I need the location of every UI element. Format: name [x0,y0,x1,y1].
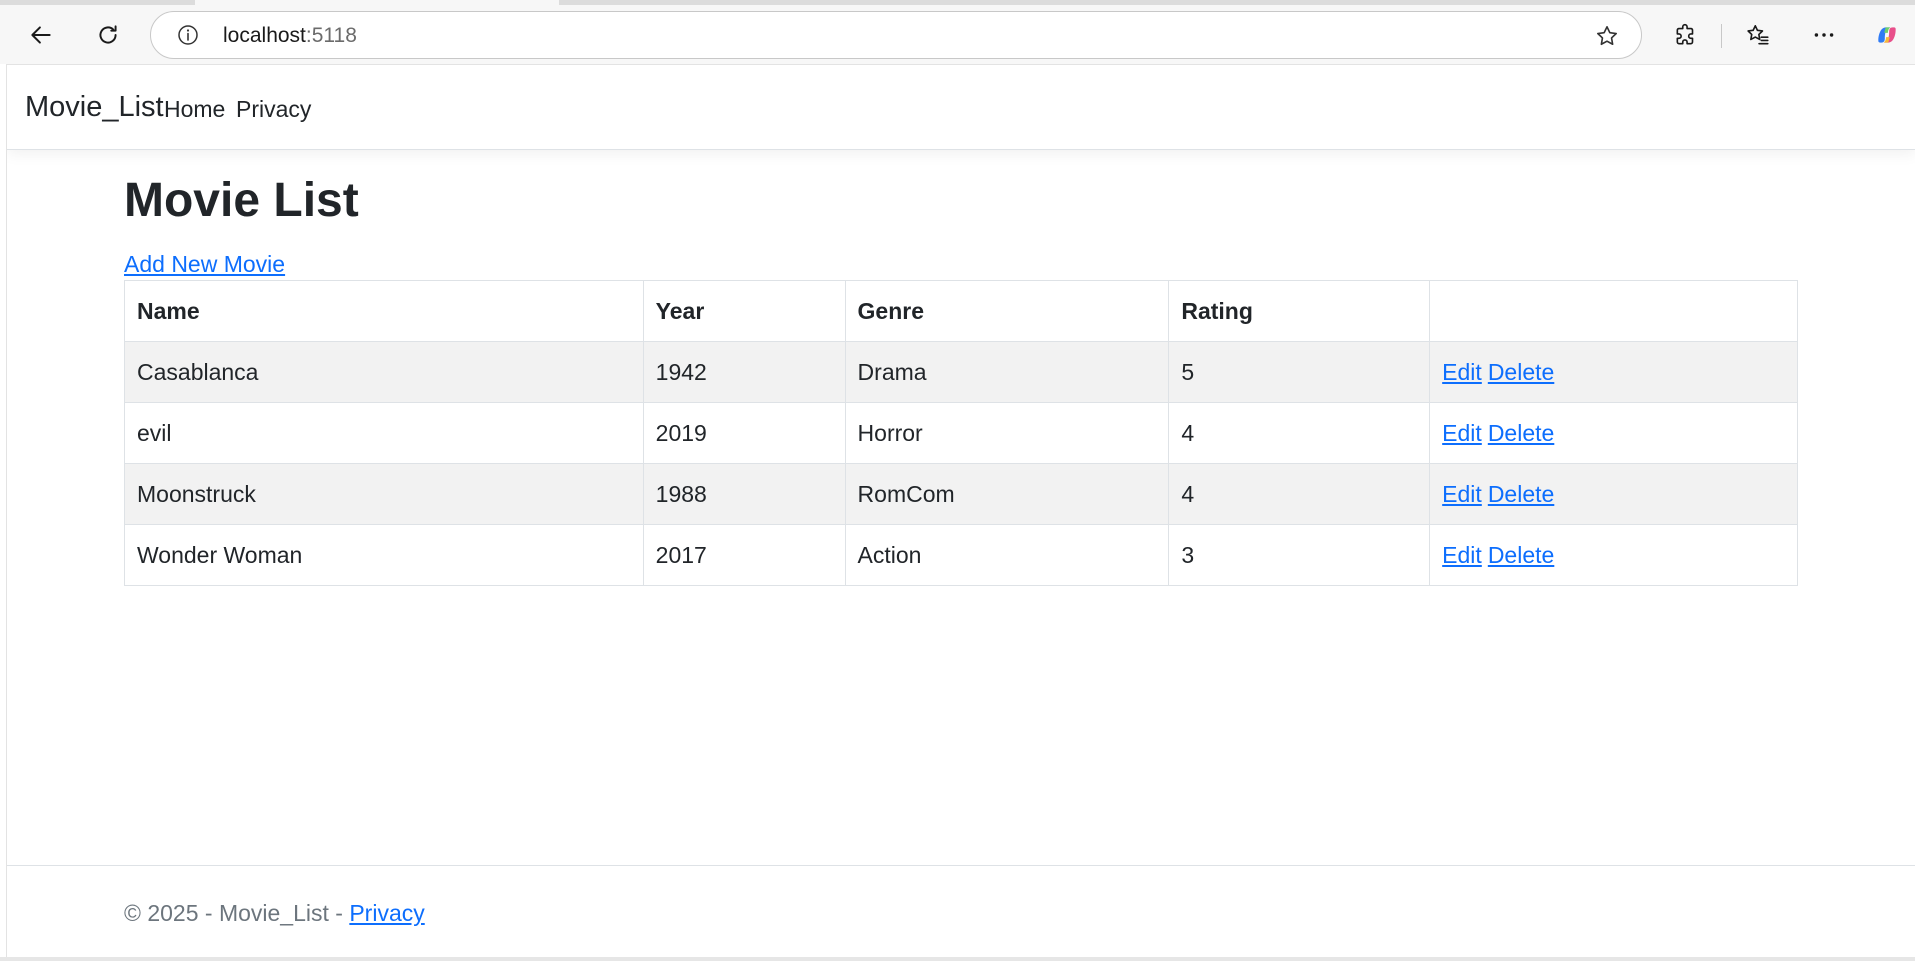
footer-privacy-link[interactable]: Privacy [349,900,424,926]
delete-link[interactable]: Delete [1488,481,1554,507]
footer-copyright: © 2025 - Movie_List - [124,900,350,926]
cell-actions: Edit Delete [1429,463,1798,525]
cell-name: Casablanca [124,341,644,403]
cell-rating: 5 [1168,341,1431,403]
cell-actions: Edit Delete [1429,341,1798,403]
copilot-button[interactable] [1866,14,1908,56]
browser-toolbar: localhost:5118 [0,0,1915,64]
cell-name: Wonder Woman [124,524,644,586]
cell-genre: Action [844,524,1170,586]
cell-year: 2017 [642,524,846,586]
nav-link-privacy[interactable]: Privacy [236,96,311,123]
more-icon [1814,33,1834,37]
cell-genre: RomCom [844,463,1170,525]
nav-link-home[interactable]: Home [164,96,225,123]
url-port: :5118 [305,24,357,47]
back-button[interactable] [20,14,62,56]
favorite-button[interactable] [1593,22,1621,50]
site-footer: © 2025 - Movie_List - Privacy [7,865,1915,957]
cell-year: 2019 [642,402,846,464]
cell-name: evil [124,402,644,464]
edit-link[interactable]: Edit [1442,359,1482,385]
column-header-year: Year [642,280,846,342]
puzzle-icon [1676,23,1694,45]
cell-rating: 3 [1168,524,1431,586]
active-tab-indicator [195,0,559,5]
more-button[interactable] [1803,14,1845,56]
cell-name: Moonstruck [124,463,644,525]
delete-link[interactable]: Delete [1488,359,1554,385]
table-row: Moonstruck 1988 RomCom 4 Edit Delete [124,463,1798,525]
page-viewport: Movie_List Home Privacy Movie List Add N… [6,64,1915,957]
cell-year: 1942 [642,341,846,403]
delete-link[interactable]: Delete [1488,420,1554,446]
cell-genre: Drama [844,341,1170,403]
column-header-rating: Rating [1168,280,1431,342]
copilot-icon [1878,27,1896,43]
edit-link[interactable]: Edit [1442,420,1482,446]
edit-link[interactable]: Edit [1442,542,1482,568]
cell-rating: 4 [1168,463,1431,525]
column-header-actions [1429,280,1798,342]
reload-icon [99,25,117,44]
reload-button[interactable] [87,14,129,56]
movies-table: Name Year Genre Rating Casablanca 1942 D… [124,280,1798,586]
window-bottom-border [0,957,1915,961]
column-header-genre: Genre [844,280,1170,342]
footer-text: © 2025 - Movie_List - Privacy [124,900,425,927]
info-icon [178,25,198,45]
table-row: Wonder Woman 2017 Action 3 Edit Delete [124,524,1798,586]
table-row: Casablanca 1942 Drama 5 Edit Delete [124,341,1798,403]
cell-genre: Horror [844,402,1170,464]
back-arrow-icon [31,26,51,44]
table-header-row: Name Year Genre Rating [124,280,1798,342]
page-title: Movie List [124,174,359,227]
site-info-button[interactable] [175,22,201,48]
delete-link[interactable]: Delete [1488,542,1554,568]
site-navbar: Movie_List Home Privacy [7,65,1915,150]
toolbar-separator [1721,24,1722,48]
address-url[interactable]: localhost:5118 [223,24,357,48]
url-host: localhost [223,24,306,47]
cell-actions: Edit Delete [1429,402,1798,464]
edit-link[interactable]: Edit [1442,481,1482,507]
table-row: evil 2019 Horror 4 Edit Delete [124,402,1798,464]
favorites-button[interactable] [1737,14,1779,56]
cell-actions: Edit Delete [1429,524,1798,586]
star-icon [1596,25,1618,46]
cell-rating: 4 [1168,402,1431,464]
add-new-movie-link[interactable]: Add New Movie [124,251,285,278]
navbar-brand[interactable]: Movie_List [25,91,164,124]
favorites-icon [1747,24,1769,45]
extensions-button[interactable] [1665,14,1707,56]
cell-year: 1988 [642,463,846,525]
address-bar[interactable]: localhost:5118 [150,11,1642,59]
column-header-name: Name [124,280,644,342]
